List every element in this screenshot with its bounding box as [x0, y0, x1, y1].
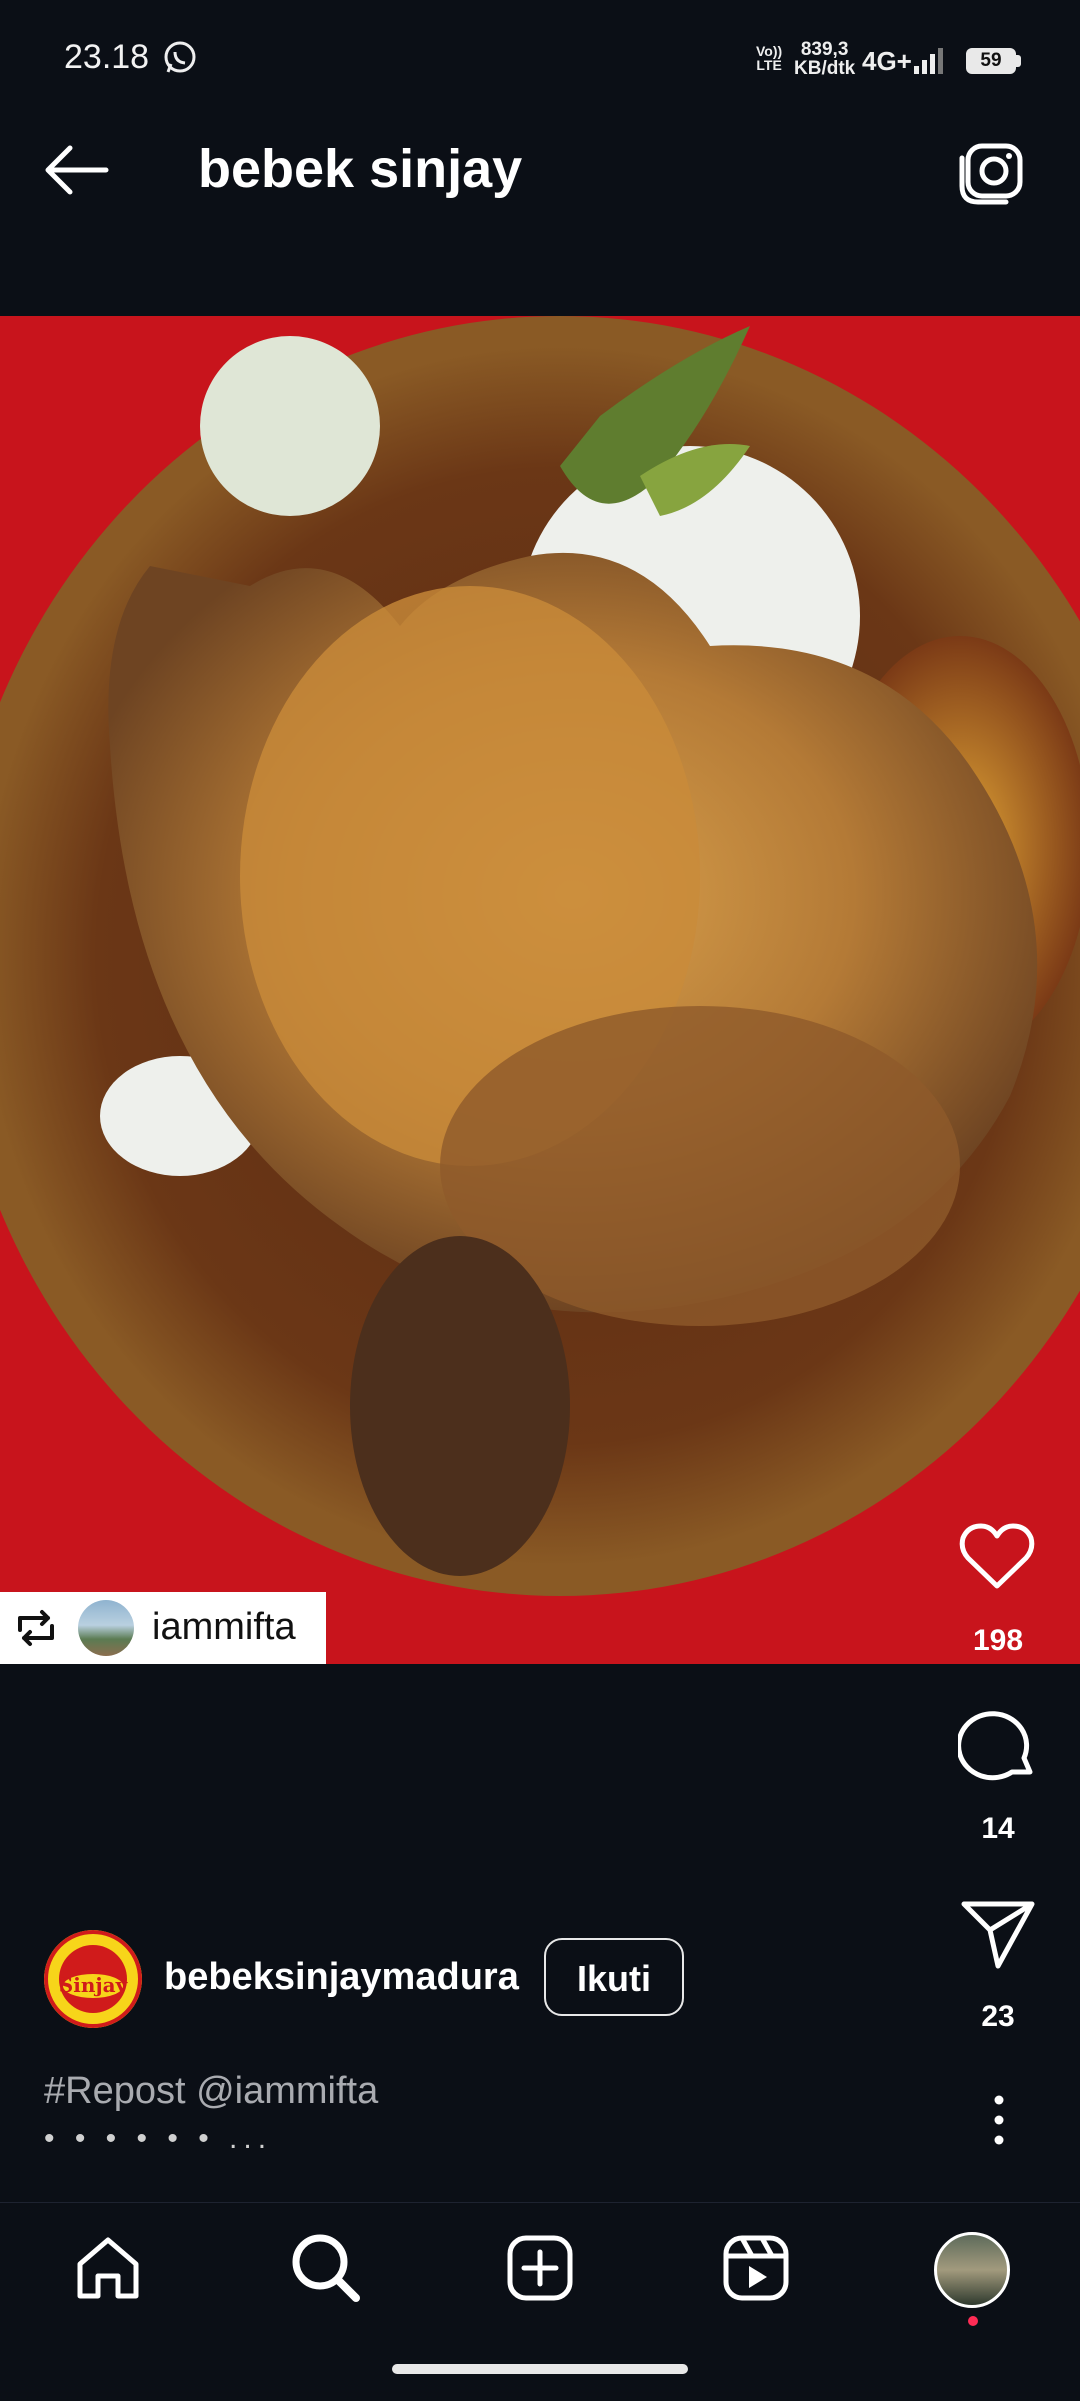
back-arrow-icon[interactable] [40, 140, 112, 200]
network-speed-value: 839,3 [800, 39, 849, 60]
network-speed: 839,3 KB/dtk [794, 40, 855, 78]
status-time: 23.18 [64, 38, 150, 76]
post-caption[interactable]: #Repost @iammifta [44, 2070, 378, 2113]
reels-icon[interactable] [720, 2232, 792, 2304]
battery-tip [1016, 55, 1021, 67]
comment-icon[interactable] [958, 1708, 1038, 1784]
heart-icon[interactable] [958, 1522, 1036, 1592]
post-photo[interactable] [0, 316, 1080, 1664]
volte-label-top: Vo)) [756, 43, 783, 59]
notification-dot [968, 2316, 978, 2326]
create-post-icon[interactable] [504, 2232, 576, 2304]
repost-username[interactable]: iammifta [152, 1606, 296, 1649]
network-speed-unit: KB/dtk [794, 58, 856, 79]
author-avatar[interactable]: Sinjay [44, 1930, 142, 2028]
search-icon[interactable] [288, 2230, 362, 2304]
more-options-icon[interactable] [984, 2092, 1014, 2148]
comment-count: 14 [981, 1812, 1015, 1845]
header [0, 92, 1080, 316]
network-type: 4G+ [862, 46, 912, 76]
sinjay-logo-icon: Sinjay [44, 1930, 142, 2028]
battery-level: 59 [966, 48, 1016, 74]
repost-icon [18, 1610, 54, 1646]
food-image [0, 316, 1080, 1664]
svg-text:Sinjay: Sinjay [59, 1973, 129, 1997]
repost-avatar [78, 1600, 134, 1656]
caption-more[interactable]: • • • • • • ... [44, 2122, 272, 2156]
share-count: 23 [981, 2000, 1015, 2033]
home-indicator[interactable] [392, 2364, 688, 2374]
camera-icon[interactable] [958, 140, 1026, 206]
author-username[interactable]: bebeksinjaymadura [164, 1956, 519, 1999]
whatsapp-icon [164, 41, 196, 73]
home-icon[interactable] [72, 2232, 144, 2304]
send-icon[interactable] [958, 1898, 1038, 1970]
like-count: 198 [972, 1624, 1024, 1657]
page-title: bebek sinjay [198, 139, 523, 199]
profile-avatar[interactable] [934, 2232, 1010, 2308]
volte-label-bottom: LTE [756, 57, 782, 73]
signal-icon [914, 48, 943, 74]
volte-indicator: Vo)) LTE [756, 44, 782, 72]
follow-button[interactable]: Ikuti [544, 1938, 684, 2016]
